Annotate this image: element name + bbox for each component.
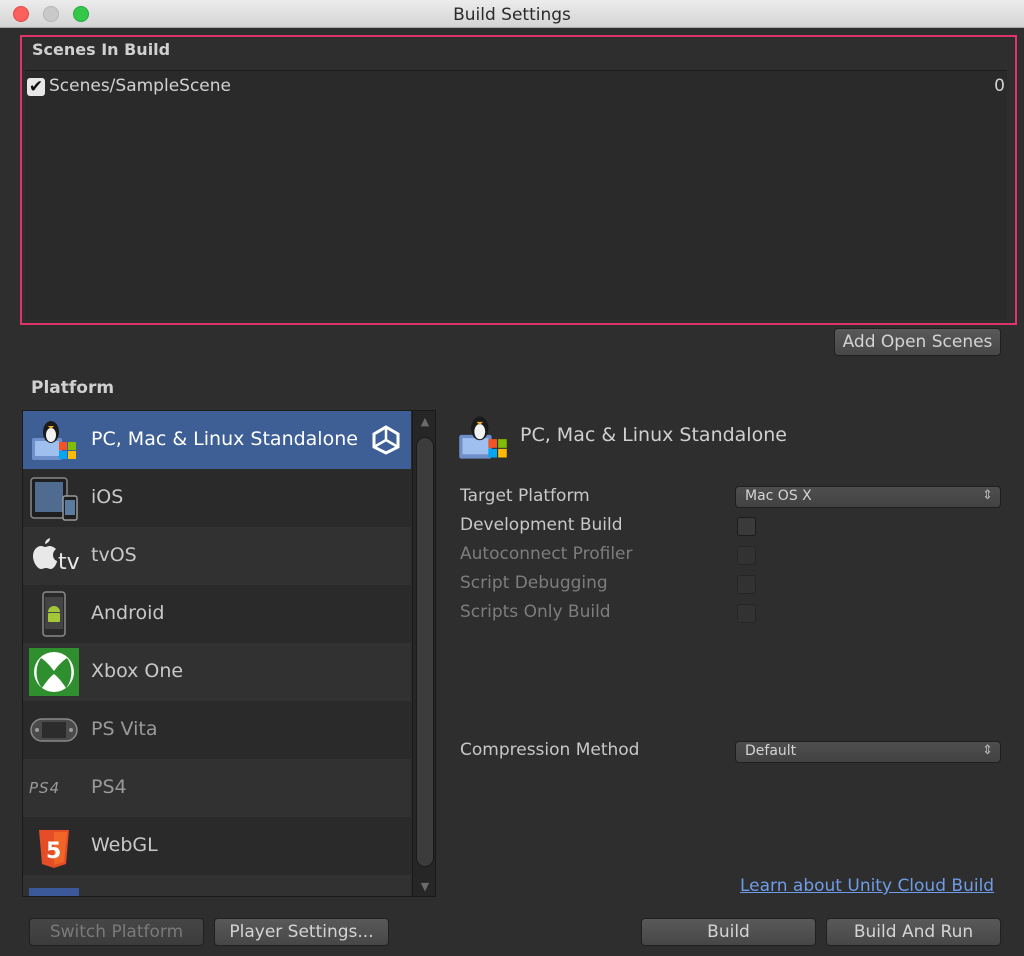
platform-name: Xbox One — [91, 660, 184, 682]
svg-text:PS4: PS4 — [29, 779, 60, 797]
target-platform-value: Mac OS X — [745, 488, 812, 504]
build-button[interactable]: Build — [641, 918, 816, 946]
autoconnect-profiler-label: Autoconnect Profiler — [460, 544, 633, 564]
platform-item-ps-vita[interactable]: PS Vita — [23, 701, 411, 759]
ps4-icon: PS4 — [29, 779, 60, 797]
switch-platform-button[interactable]: Switch Platform — [29, 918, 204, 946]
scene-index: 0 — [994, 76, 1005, 96]
scenes-list[interactable]: ✔ Scenes/SampleScene 0 — [25, 70, 1007, 320]
scenes-in-build-header: Scenes In Build — [32, 40, 171, 59]
platform-header: Platform — [31, 378, 115, 398]
html5-icon: 5 — [39, 822, 69, 868]
compression-method-label: Compression Method — [460, 740, 640, 760]
ps-vita-icon — [30, 718, 78, 742]
scrollbar-thumb[interactable] — [416, 437, 434, 867]
add-open-scenes-button[interactable]: Add Open Scenes — [834, 328, 1001, 356]
dropdown-arrows-icon: ⇕ — [982, 488, 993, 503]
unity-logo-icon — [372, 425, 400, 455]
svg-text:5: 5 — [46, 839, 61, 864]
platform-name: WebGL — [91, 834, 158, 856]
compression-method-dropdown[interactable]: Default ⇕ — [735, 741, 1001, 763]
scene-include-checkbox[interactable]: ✔ — [27, 78, 45, 96]
compression-method-value: Default — [745, 743, 797, 759]
scenes-in-build-panel: Scenes In Build ✔ Scenes/SampleScene 0 — [20, 35, 1017, 325]
apple-tv-icon: tv — [33, 538, 79, 575]
ios-devices-icon — [30, 477, 78, 521]
scripts-only-build-label: Scripts Only Build — [460, 602, 611, 622]
platform-name: PS4 — [91, 776, 127, 798]
target-platform-label: Target Platform — [460, 486, 590, 506]
build-and-run-button[interactable]: Build And Run — [826, 918, 1001, 946]
platform-list-scrollbar[interactable]: ▲ ▼ — [412, 411, 435, 896]
pc-mac-linux-icon — [32, 421, 76, 460]
target-platform-dropdown[interactable]: Mac OS X ⇕ — [735, 486, 1001, 508]
facebook-icon — [29, 888, 79, 896]
script-debugging-label: Script Debugging — [460, 573, 608, 593]
platform-name: PC, Mac & Linux Standalone — [91, 428, 358, 450]
platform-item-android[interactable]: Android — [23, 585, 411, 643]
platform-item-tvos[interactable]: tv tvOS — [23, 527, 411, 585]
window-title: Build Settings — [453, 5, 571, 25]
title-bar: Build Settings — [0, 0, 1024, 28]
pc-mac-linux-icon — [459, 416, 507, 459]
platform-item-webgl[interactable]: 5 WebGL — [23, 817, 411, 875]
player-settings-button[interactable]: Player Settings... — [214, 918, 389, 946]
development-build-checkbox[interactable] — [737, 517, 756, 536]
platform-name: PS Vita — [91, 718, 158, 740]
platform-item-ps4[interactable]: PS4 PS4 — [23, 759, 411, 817]
scripts-only-build-checkbox[interactable] — [737, 604, 756, 623]
scroll-up-arrow-icon[interactable]: ▲ — [413, 411, 435, 433]
platform-name: tvOS — [91, 544, 137, 566]
platform-name: iOS — [91, 486, 124, 508]
platform-name: Android — [91, 602, 165, 624]
platform-item-partial[interactable] — [23, 875, 411, 896]
scene-row[interactable]: ✔ Scenes/SampleScene 0 — [25, 75, 1007, 99]
xbox-icon — [29, 648, 79, 696]
dropdown-arrows-icon: ⇕ — [982, 743, 993, 758]
selected-platform-title: PC, Mac & Linux Standalone — [520, 424, 787, 446]
unity-cloud-build-link[interactable]: Learn about Unity Cloud Build — [740, 876, 994, 896]
android-phone-icon — [42, 591, 66, 637]
autoconnect-profiler-checkbox[interactable] — [737, 546, 756, 565]
platform-item-pc-mac-linux[interactable]: PC, Mac & Linux Standalone — [23, 411, 411, 469]
platform-item-xbox-one[interactable]: Xbox One — [23, 643, 411, 701]
development-build-label: Development Build — [460, 515, 623, 535]
platform-item-ios[interactable]: iOS — [23, 469, 411, 527]
svg-text:tv: tv — [58, 550, 79, 575]
script-debugging-checkbox[interactable] — [737, 575, 756, 594]
scroll-down-arrow-icon[interactable]: ▼ — [413, 876, 435, 896]
platform-list[interactable]: PC, Mac & Linux Standalone iOS tv tvOS A… — [22, 410, 436, 897]
scene-name: Scenes/SampleScene — [49, 76, 231, 96]
